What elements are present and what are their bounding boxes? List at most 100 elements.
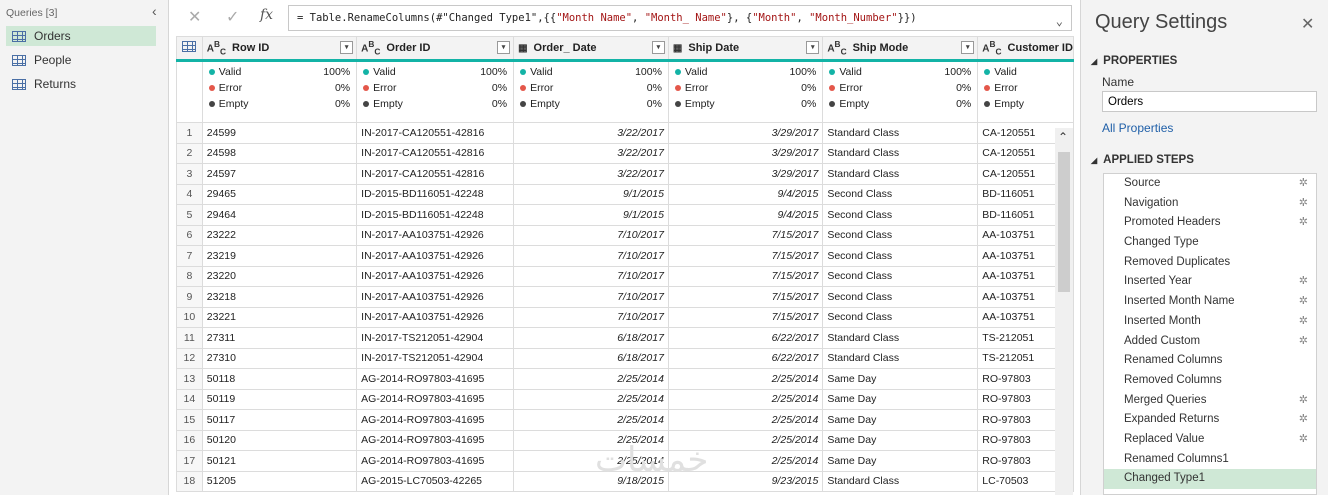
date-cell[interactable]: 7/10/2017 — [513, 245, 669, 267]
date-cell[interactable]: 7/10/2017 — [513, 224, 669, 246]
table-cell[interactable]: IN-2017-AA103751-42926 — [356, 245, 515, 267]
table-cell[interactable]: Standard Class — [822, 327, 979, 349]
table-row[interactable]: 2 24598 IN-2017-CA120551-42816 3/22/2017 3/2… — [176, 142, 1074, 164]
text-type-icon[interactable]: ABC — [827, 39, 846, 56]
gear-icon[interactable]: ✲ — [1299, 312, 1308, 332]
table-row[interactable]: 9 23218 IN-2017-AA103751-42926 7/10/2017 7/1… — [176, 286, 1074, 308]
row-number[interactable]: 17 — [176, 450, 203, 472]
table-cell[interactable]: 50121 — [201, 450, 358, 472]
table-cell[interactable]: 29464 — [201, 204, 358, 226]
applied-step[interactable]: Removed Columns — [1104, 371, 1316, 391]
table-cell[interactable]: Standard Class — [822, 347, 979, 369]
table-row[interactable]: 7 23219 IN-2017-AA103751-42926 7/10/2017 7/1… — [176, 245, 1074, 267]
row-number[interactable]: 1 — [176, 122, 203, 144]
formula-input[interactable]: = Table.RenameColumns(#"Changed Type1",{… — [288, 5, 1072, 31]
scroll-up-icon[interactable]: ⌃ — [1058, 130, 1068, 144]
table-cell[interactable]: 23221 — [201, 306, 358, 328]
table-cell[interactable]: 27310 — [201, 347, 358, 369]
table-cell[interactable]: ID-2015-BD116051-42248 — [356, 204, 515, 226]
table-row[interactable]: 1 24599 IN-2017-CA120551-42816 3/22/2017 3/2… — [176, 122, 1074, 144]
date-cell[interactable]: 7/15/2017 — [667, 286, 824, 308]
date-type-icon[interactable]: ▦ — [518, 43, 527, 54]
column-header-order-id[interactable]: ABC Order ID ▾ — [356, 36, 515, 62]
gear-icon[interactable]: ✲ — [1299, 332, 1308, 352]
table-cell[interactable]: Second Class — [822, 245, 979, 267]
row-number[interactable]: 6 — [176, 224, 203, 246]
gear-icon[interactable]: ✲ — [1299, 272, 1308, 292]
filter-dropdown-icon[interactable]: ▾ — [497, 41, 511, 54]
applied-step[interactable]: Merged Queries ✲ — [1104, 391, 1316, 411]
query-item-orders[interactable]: Orders — [6, 26, 156, 46]
filter-dropdown-icon[interactable]: ▾ — [651, 41, 665, 54]
table-cell[interactable]: 50118 — [201, 368, 358, 390]
table-cell[interactable]: IN-2017-AA103751-42926 — [356, 224, 515, 246]
table-row[interactable]: 5 29464 ID-2015-BD116051-42248 9/1/2015 9/4/… — [176, 204, 1074, 226]
table-cell[interactable]: Standard Class — [822, 142, 979, 164]
table-cell[interactable]: 29465 — [201, 183, 358, 205]
all-properties-link[interactable]: All Properties — [1102, 121, 1173, 135]
row-number[interactable]: 14 — [176, 388, 203, 410]
row-number[interactable]: 15 — [176, 409, 203, 431]
date-cell[interactable]: 9/4/2015 — [667, 183, 824, 205]
row-number[interactable]: 10 — [176, 306, 203, 328]
text-type-icon[interactable]: ABC — [361, 39, 380, 56]
row-number[interactable]: 16 — [176, 429, 203, 451]
date-cell[interactable]: 2/25/2014 — [513, 368, 669, 390]
row-number[interactable]: 8 — [176, 265, 203, 287]
table-cell[interactable]: 24597 — [201, 163, 358, 185]
row-number[interactable]: 2 — [176, 142, 203, 164]
applied-step[interactable]: Source ✲ — [1104, 174, 1316, 194]
date-cell[interactable]: 6/18/2017 — [513, 327, 669, 349]
confirm-formula-icon[interactable]: ✓ — [226, 7, 239, 27]
table-cell[interactable]: 50117 — [201, 409, 358, 431]
query-item-people[interactable]: People — [6, 50, 156, 70]
row-number[interactable]: 7 — [176, 245, 203, 267]
table-cell[interactable]: Second Class — [822, 224, 979, 246]
table-cell[interactable]: 24598 — [201, 142, 358, 164]
table-cell[interactable]: 51205 — [201, 470, 358, 492]
gear-icon[interactable]: ✲ — [1299, 430, 1308, 450]
query-name-input[interactable] — [1102, 91, 1317, 112]
row-number[interactable]: 3 — [176, 163, 203, 185]
table-cell[interactable]: 24599 — [201, 122, 358, 144]
date-cell[interactable]: 2/25/2014 — [513, 388, 669, 410]
column-header-ship-date[interactable]: ▦ Ship Date ▾ — [667, 36, 824, 62]
table-cell[interactable]: Second Class — [822, 204, 979, 226]
vertical-scrollbar[interactable]: ⌃ — [1055, 128, 1073, 495]
date-cell[interactable]: 3/22/2017 — [513, 142, 669, 164]
gear-icon[interactable]: ✲ — [1299, 292, 1308, 312]
gear-icon[interactable]: ✲ — [1299, 410, 1308, 430]
applied-step[interactable]: Changed Type — [1104, 233, 1316, 253]
query-item-returns[interactable]: Returns — [6, 74, 156, 94]
date-cell[interactable]: 2/25/2014 — [513, 409, 669, 431]
table-cell[interactable]: Standard Class — [822, 470, 979, 492]
row-number[interactable]: 13 — [176, 368, 203, 390]
table-cell[interactable]: IN-2017-CA120551-42816 — [356, 122, 515, 144]
applied-step[interactable]: Added Custom ✲ — [1104, 332, 1316, 352]
column-header-ship-mode[interactable]: ABC Ship Mode ▾ — [822, 36, 979, 62]
table-menu-corner[interactable] — [176, 36, 203, 62]
table-cell[interactable]: 27311 — [201, 327, 358, 349]
table-row[interactable]: 13 50118 AG-2014-RO97803-41695 2/25/2014 2/2… — [176, 368, 1074, 390]
date-cell[interactable]: 7/10/2017 — [513, 306, 669, 328]
date-cell[interactable]: 3/22/2017 — [513, 163, 669, 185]
date-type-icon[interactable]: ▦ — [673, 43, 682, 54]
table-cell[interactable]: Same Day — [822, 429, 979, 451]
date-cell[interactable]: 3/29/2017 — [667, 142, 824, 164]
close-icon[interactable]: ✕ — [1301, 14, 1314, 34]
date-cell[interactable]: 7/15/2017 — [667, 306, 824, 328]
applied-step[interactable]: Changed Type1 — [1104, 469, 1316, 489]
row-number[interactable]: 11 — [176, 327, 203, 349]
row-number[interactable]: 5 — [176, 204, 203, 226]
row-number[interactable]: 9 — [176, 286, 203, 308]
date-cell[interactable]: 7/10/2017 — [513, 265, 669, 287]
table-cell[interactable]: 23220 — [201, 265, 358, 287]
date-cell[interactable]: 6/18/2017 — [513, 347, 669, 369]
filter-dropdown-icon[interactable]: ▾ — [340, 41, 354, 54]
table-cell[interactable]: Second Class — [822, 306, 979, 328]
table-cell[interactable]: 23219 — [201, 245, 358, 267]
table-cell[interactable]: IN-2017-TS212051-42904 — [356, 347, 515, 369]
date-cell[interactable]: 3/29/2017 — [667, 163, 824, 185]
table-cell[interactable]: AG-2014-RO97803-41695 — [356, 450, 515, 472]
column-header-order-date[interactable]: ▦ Order_ Date ▾ — [513, 36, 669, 62]
